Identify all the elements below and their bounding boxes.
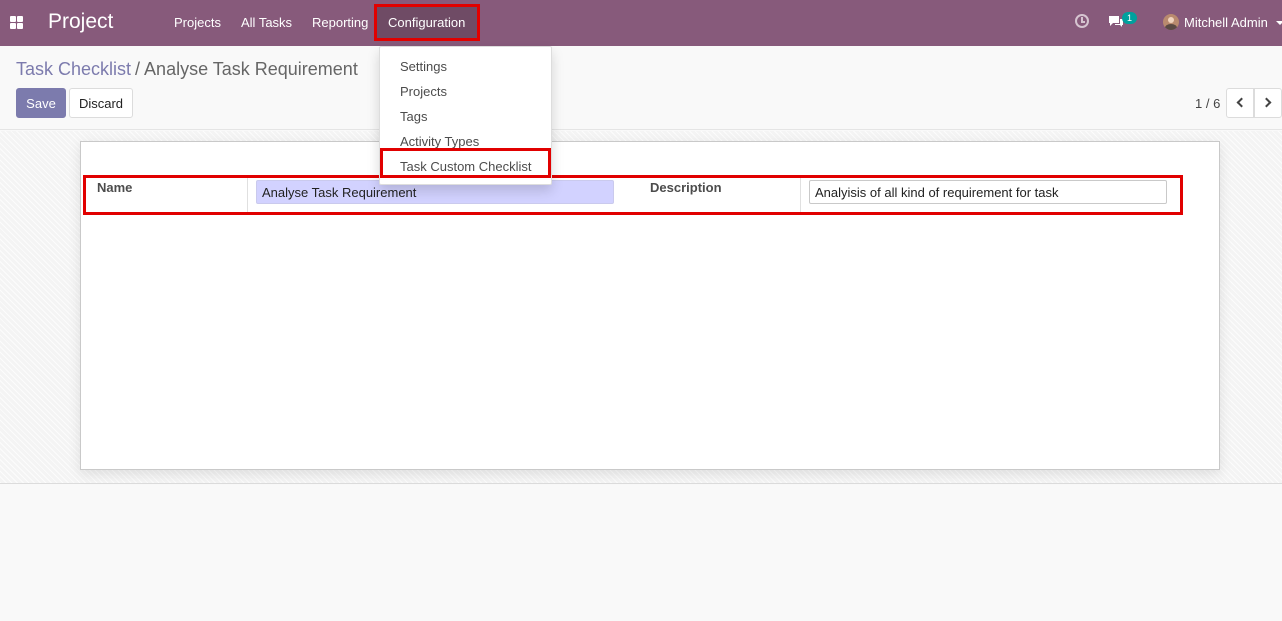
name-label: Name [97, 180, 133, 195]
caret-down-icon[interactable] [1276, 21, 1282, 25]
chevron-left-icon [1236, 97, 1247, 108]
apps-grid-icon[interactable] [10, 16, 23, 29]
menu-projects[interactable]: Projects [174, 15, 221, 30]
menu-configuration[interactable]: Configuration [376, 6, 479, 39]
dropdown-item-tags[interactable]: Tags [400, 109, 427, 124]
dropdown-item-projects[interactable]: Projects [400, 84, 447, 99]
pager-value[interactable]: 1 / 6 [1195, 96, 1220, 111]
app-title[interactable]: Project [48, 10, 113, 34]
chevron-right-icon [1261, 97, 1272, 108]
control-panel: Task Checklist / Analyse Task Requirement … [0, 46, 1282, 130]
save-button[interactable]: Save [16, 88, 66, 118]
pager-next-button[interactable] [1254, 88, 1282, 118]
dropdown-item-settings[interactable]: Settings [400, 59, 447, 74]
user-menu-name[interactable]: Mitchell Admin [1184, 15, 1268, 30]
breadcrumb-separator: / [135, 59, 141, 79]
discard-button[interactable]: Discard [69, 88, 133, 118]
menu-all-tasks[interactable]: All Tasks [241, 15, 292, 30]
dropdown-item-activity-types[interactable]: Activity Types [400, 134, 479, 149]
column-divider [800, 177, 801, 212]
column-divider [247, 177, 248, 212]
avatar[interactable] [1163, 14, 1179, 30]
breadcrumb: Task Checklist / Analyse Task Requirement [16, 59, 358, 80]
dropdown-item-task-custom-checklist[interactable]: Task Custom Checklist [400, 159, 531, 174]
top-navbar: Project Projects All Tasks Reporting Con… [0, 0, 1282, 46]
menu-reporting[interactable]: Reporting [312, 15, 368, 30]
clock-icon[interactable] [1075, 14, 1089, 28]
breadcrumb-parent-link[interactable]: Task Checklist [16, 59, 131, 79]
messages-count-badge: 1 [1122, 12, 1137, 24]
description-label: Description [650, 180, 722, 195]
description-input[interactable] [809, 180, 1167, 204]
breadcrumb-current: Analyse Task Requirement [144, 59, 358, 79]
configuration-dropdown: Settings Projects Tags Activity Types Ta… [379, 46, 552, 185]
pager-previous-button[interactable] [1226, 88, 1254, 118]
